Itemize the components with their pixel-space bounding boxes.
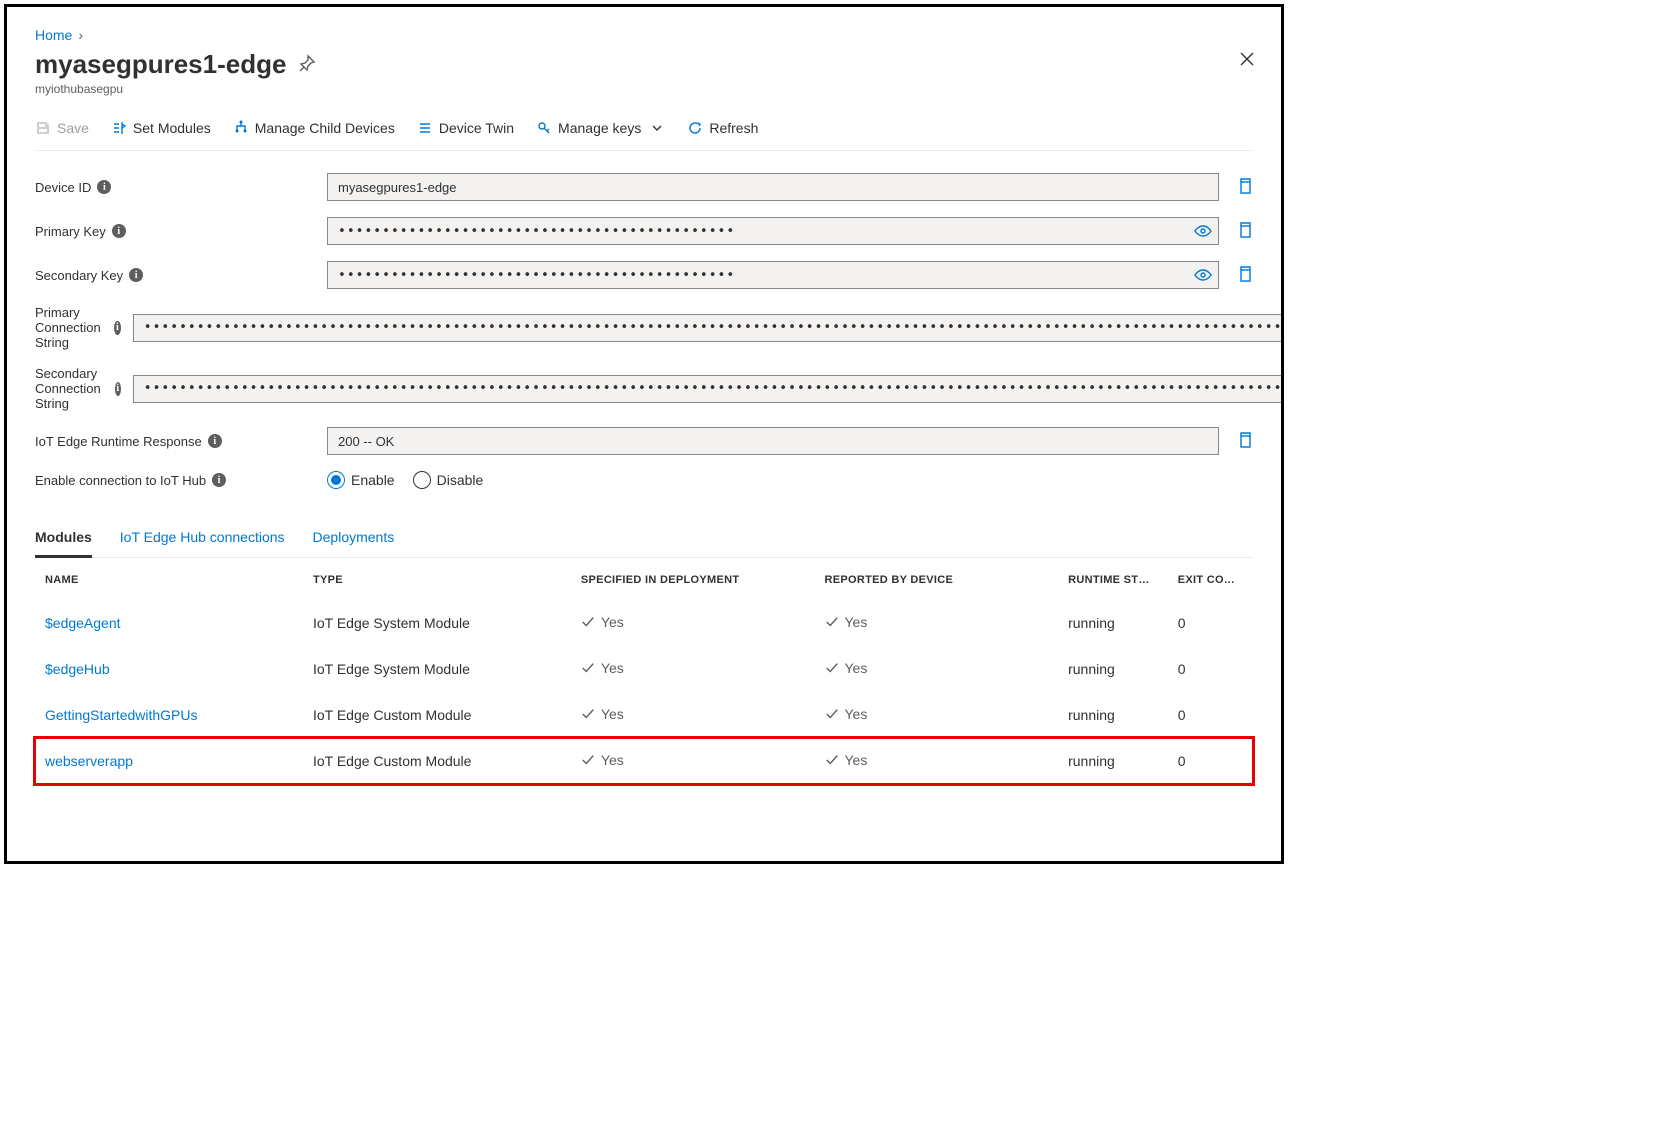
info-icon[interactable]: i xyxy=(114,321,121,335)
table-row[interactable]: $edgeAgent IoT Edge System Module Yes Ye… xyxy=(35,600,1253,646)
primary-key-field: ••••••••••••••••••••••••••••••••••••••••… xyxy=(327,217,1219,245)
manage-child-devices-button[interactable]: Manage Child Devices xyxy=(233,120,395,136)
info-icon[interactable]: i xyxy=(115,382,121,396)
runtime-status: running xyxy=(1058,738,1168,784)
table-row[interactable]: GettingStartedwithGPUs IoT Edge Custom M… xyxy=(35,692,1253,738)
breadcrumb-home[interactable]: Home xyxy=(35,27,72,43)
check-icon: Yes xyxy=(825,752,868,768)
modules-table: NAME TYPE SPECIFIED IN DEPLOYMENT REPORT… xyxy=(35,558,1253,784)
disable-radio[interactable]: Disable xyxy=(413,471,484,489)
secondary-conn-label: Secondary Connection String xyxy=(35,366,109,411)
check-icon: Yes xyxy=(825,614,868,630)
col-specified[interactable]: SPECIFIED IN DEPLOYMENT xyxy=(571,558,815,600)
col-type[interactable]: TYPE xyxy=(303,558,571,600)
info-icon[interactable]: i xyxy=(112,224,126,238)
secondary-key-label: Secondary Key xyxy=(35,268,123,283)
set-modules-button[interactable]: Set Modules xyxy=(111,120,211,136)
secondary-conn-field: ••••••••••••••••••••••••••••••••••••••••… xyxy=(133,375,1284,403)
runtime-status: running xyxy=(1058,646,1168,692)
check-icon: Yes xyxy=(581,752,624,768)
exit-code: 0 xyxy=(1168,692,1253,738)
module-type: IoT Edge Custom Module xyxy=(303,738,571,784)
info-icon[interactable]: i xyxy=(97,180,111,194)
device-id-field: myasegpures1-edge xyxy=(327,173,1219,201)
page-subtitle: myiothubasegpu xyxy=(35,82,1253,96)
manage-keys-button[interactable]: Manage keys xyxy=(536,120,665,136)
module-link[interactable]: webserverapp xyxy=(45,753,133,769)
primary-key-label: Primary Key xyxy=(35,224,106,239)
copy-icon[interactable] xyxy=(1237,266,1253,285)
runtime-status: running xyxy=(1058,692,1168,738)
enable-radio[interactable]: Enable xyxy=(327,471,395,489)
col-reported[interactable]: REPORTED BY DEVICE xyxy=(815,558,1059,600)
exit-code: 0 xyxy=(1168,646,1253,692)
module-link[interactable]: $edgeHub xyxy=(45,661,110,677)
info-icon[interactable]: i xyxy=(129,268,143,282)
secondary-key-field: ••••••••••••••••••••••••••••••••••••••••… xyxy=(327,261,1219,289)
toolbar: Save Set Modules Manage Child Devices De… xyxy=(35,112,1253,151)
runtime-response-label: IoT Edge Runtime Response xyxy=(35,434,202,449)
save-button: Save xyxy=(35,120,89,136)
chevron-right-icon: › xyxy=(78,27,83,43)
device-twin-button[interactable]: Device Twin xyxy=(417,120,514,136)
check-icon: Yes xyxy=(581,660,624,676)
check-icon: Yes xyxy=(581,614,624,630)
runtime-status: running xyxy=(1058,600,1168,646)
module-type: IoT Edge Custom Module xyxy=(303,692,571,738)
copy-icon[interactable] xyxy=(1237,178,1253,197)
primary-conn-label: Primary Connection String xyxy=(35,305,108,350)
primary-conn-field: ••••••••••••••••••••••••••••••••••••••••… xyxy=(133,314,1284,342)
reveal-icon[interactable] xyxy=(1194,266,1212,287)
copy-icon[interactable] xyxy=(1237,432,1253,451)
col-name[interactable]: NAME xyxy=(35,558,303,600)
chevron-down-icon xyxy=(649,120,665,136)
check-icon: Yes xyxy=(825,706,868,722)
enable-conn-label: Enable connection to IoT Hub xyxy=(35,473,206,488)
reveal-icon[interactable] xyxy=(1194,222,1212,243)
tab-modules[interactable]: Modules xyxy=(35,529,92,558)
pin-icon[interactable] xyxy=(298,54,316,75)
info-icon[interactable]: i xyxy=(212,473,226,487)
tab-connections[interactable]: IoT Edge Hub connections xyxy=(120,529,285,557)
tab-deployments[interactable]: Deployments xyxy=(313,529,395,557)
close-button[interactable] xyxy=(1239,51,1255,70)
module-type: IoT Edge System Module xyxy=(303,646,571,692)
breadcrumb: Home › xyxy=(35,27,1253,43)
exit-code: 0 xyxy=(1168,600,1253,646)
col-runtime[interactable]: RUNTIME ST… xyxy=(1058,558,1168,600)
col-exit[interactable]: EXIT CO… xyxy=(1168,558,1253,600)
check-icon: Yes xyxy=(825,660,868,676)
check-icon: Yes xyxy=(581,706,624,722)
copy-icon[interactable] xyxy=(1237,222,1253,241)
table-row[interactable]: $edgeHub IoT Edge System Module Yes Yes … xyxy=(35,646,1253,692)
module-type: IoT Edge System Module xyxy=(303,600,571,646)
page-title: myasegpures1-edge xyxy=(35,49,286,80)
tab-bar: Modules IoT Edge Hub connections Deploym… xyxy=(35,529,1253,558)
info-icon[interactable]: i xyxy=(208,434,222,448)
module-link[interactable]: GettingStartedwithGPUs xyxy=(45,707,198,723)
runtime-response-field: 200 -- OK xyxy=(327,427,1219,455)
table-row[interactable]: webserverapp IoT Edge Custom Module Yes … xyxy=(35,738,1253,784)
module-link[interactable]: $edgeAgent xyxy=(45,615,121,631)
refresh-button[interactable]: Refresh xyxy=(687,120,758,136)
exit-code: 0 xyxy=(1168,738,1253,784)
device-id-label: Device ID xyxy=(35,180,91,195)
